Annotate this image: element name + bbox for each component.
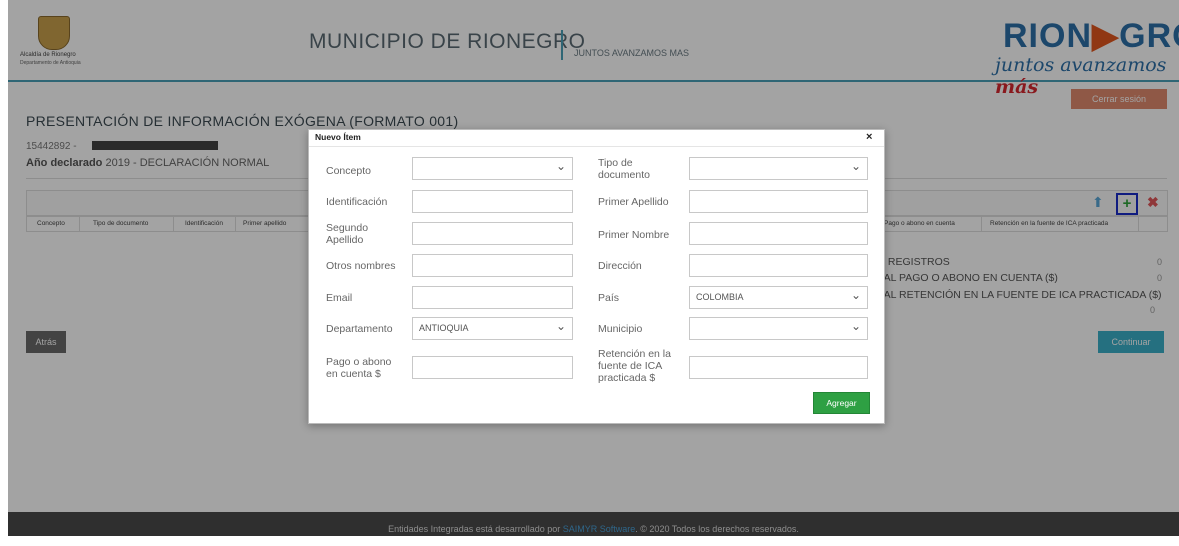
identificacion-input[interactable] bbox=[412, 190, 573, 213]
pais-label: País bbox=[598, 292, 620, 304]
tipo-documento-select[interactable] bbox=[689, 157, 868, 180]
segundo-apellido-input[interactable] bbox=[412, 222, 573, 245]
dialog-header: Nuevo Ítem × bbox=[309, 130, 884, 147]
pais-select[interactable]: COLOMBIA bbox=[689, 286, 868, 309]
municipio-select[interactable] bbox=[689, 317, 868, 340]
departamento-select[interactable]: ANTIOQUIA bbox=[412, 317, 573, 340]
tipo-documento-label: Tipo de documento bbox=[598, 157, 650, 181]
primer-nombre-label: Primer Nombre bbox=[598, 229, 670, 241]
segundo-apellido-label: Segundo Apellido bbox=[326, 222, 369, 246]
concepto-select[interactable] bbox=[412, 157, 573, 180]
new-item-dialog: Nuevo Ítem × Concepto Tipo dedocumento I… bbox=[308, 129, 885, 424]
primer-apellido-input[interactable] bbox=[689, 190, 868, 213]
identificacion-label: Identificación bbox=[326, 196, 388, 208]
municipio-label: Municipio bbox=[598, 323, 643, 335]
dialog-title: Nuevo Ítem bbox=[315, 132, 361, 142]
email-input[interactable] bbox=[412, 286, 573, 309]
primer-nombre-input[interactable] bbox=[689, 222, 868, 245]
concepto-label: Concepto bbox=[326, 165, 371, 177]
retencion-ica-input[interactable] bbox=[689, 356, 868, 379]
close-icon[interactable]: × bbox=[866, 131, 872, 143]
direccion-input[interactable] bbox=[689, 254, 868, 277]
add-button[interactable]: Agregar bbox=[813, 392, 870, 414]
page: Alcaldía de Rionegro Departamento de Ant… bbox=[0, 0, 1179, 536]
direccion-label: Dirección bbox=[598, 260, 642, 272]
pago-abono-input[interactable] bbox=[412, 356, 573, 379]
pago-abono-label: Pago o abono en cuenta $ bbox=[326, 356, 392, 380]
email-label: Email bbox=[326, 292, 353, 304]
departamento-label: Departamento bbox=[326, 323, 393, 335]
otros-nombres-label: Otros nombres bbox=[326, 260, 396, 272]
primer-apellido-label: Primer Apellido bbox=[598, 196, 669, 208]
retencion-ica-label: Retención en la fuente de ICA practicada $ bbox=[598, 348, 671, 384]
otros-nombres-input[interactable] bbox=[412, 254, 573, 277]
